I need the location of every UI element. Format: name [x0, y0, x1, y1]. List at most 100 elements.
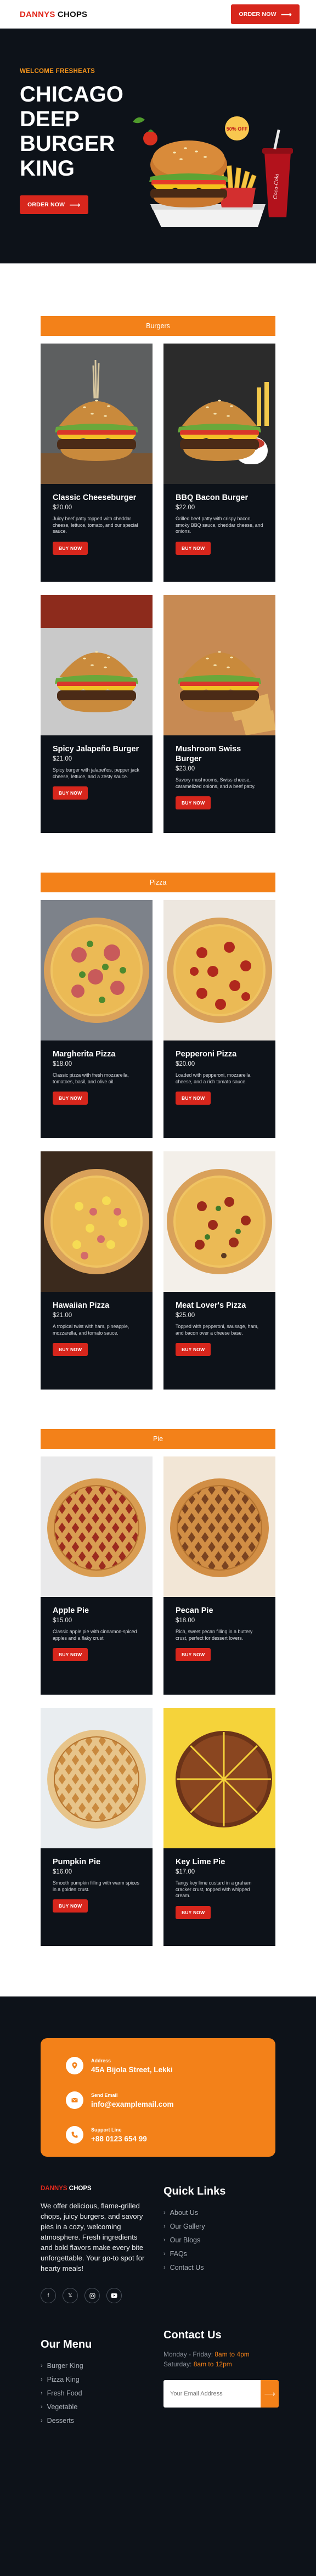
menu-card: Key Lime Pie $17.00 Tangy key lime custa…: [163, 1708, 275, 1946]
item-price: $18.00: [53, 1061, 72, 1067]
item-price: $15.00: [53, 1617, 72, 1624]
item-price: $25.00: [176, 1312, 195, 1319]
item-name: Hawaiian Pizza: [53, 1301, 110, 1310]
section-title: Burgers: [41, 316, 275, 336]
buy-now-button[interactable]: BUY NOW: [53, 1343, 88, 1356]
arrow-right-icon: ⟶: [280, 10, 292, 19]
item-name: Key Lime Pie: [176, 1858, 225, 1866]
contact-label: Address: [91, 2057, 111, 2063]
item-description: Rich, sweet pecan filling in a buttery c…: [176, 1629, 253, 1641]
footer-link-label: About Us: [170, 2208, 199, 2217]
footer-link[interactable]: › Pizza King: [41, 2372, 163, 2386]
buy-now-button[interactable]: BUY NOW: [176, 1905, 211, 1919]
buy-now-button[interactable]: BUY NOW: [53, 1092, 88, 1105]
menu-card: Pumpkin Pie $16.00 Smooth pumpkin fillin…: [41, 1708, 153, 1946]
buy-now-button[interactable]: BUY NOW: [176, 796, 211, 809]
footer-link[interactable]: › Our Gallery: [163, 2219, 279, 2233]
item-name: Meat Lover's Pizza: [176, 1301, 246, 1310]
item-price: $23.00: [176, 766, 195, 772]
footer-link[interactable]: › Burger King: [41, 2359, 163, 2372]
buy-now-button[interactable]: BUY NOW: [53, 786, 88, 800]
footer-link[interactable]: › Contact Us: [163, 2260, 279, 2274]
contact-address: Address 45A Bijola Street, Lekki: [66, 2054, 275, 2078]
card-body: BBQ Bacon Burger $22.00 Grilled beef pat…: [163, 484, 275, 555]
hours-day: Saturday:: [163, 2360, 192, 2368]
newsletter-email-input[interactable]: [163, 2380, 261, 2408]
card-body: Pepperoni Pizza $20.00 Loaded with peppe…: [163, 1040, 275, 1105]
buy-now-button[interactable]: BUY NOW: [176, 1343, 211, 1356]
youtube-icon[interactable]: [106, 2288, 122, 2303]
contact-value[interactable]: +88 0123 654 99: [91, 2135, 147, 2143]
contact-value: 45A Bijola Street, Lekki: [91, 2065, 173, 2074]
footer-link-label: Desserts: [47, 2416, 74, 2425]
footer-columns: DANNYS CHOPS We offer delicious, flame-g…: [0, 2157, 316, 2427]
chevron-right-icon: ›: [41, 2403, 43, 2410]
card-body: Classic Cheeseburger $20.00 Juicy beef p…: [41, 484, 153, 555]
menu-card: Mushroom Swiss Burger $23.00 Savory mush…: [163, 595, 275, 833]
footer-link[interactable]: › Our Blogs: [163, 2233, 279, 2247]
lattice-pumpkin-pie-image: [41, 1708, 153, 1848]
footer-link[interactable]: › Vegetable: [41, 2400, 163, 2414]
twitter-icon[interactable]: 𝕏: [63, 2288, 78, 2303]
contact-label: Send Email: [91, 2092, 118, 2098]
card-body: Meat Lover's Pizza $25.00 Topped with pe…: [163, 1292, 275, 1356]
item-price: $20.00: [53, 504, 72, 511]
footer-link[interactable]: › Desserts: [41, 2414, 163, 2427]
buy-now-button[interactable]: BUY NOW: [53, 1648, 88, 1661]
header-order-button[interactable]: ORDER NOW ⟶: [231, 4, 300, 24]
lattice-apple-pie-image: [41, 1456, 153, 1597]
menu-card: Apple Pie $15.00 Classic apple pie with …: [41, 1456, 153, 1695]
footer-col-left: DANNYS CHOPS We offer delicious, flame-g…: [41, 2185, 163, 2427]
item-name: BBQ Bacon Burger: [176, 493, 249, 502]
buy-now-button[interactable]: BUY NOW: [176, 541, 211, 555]
chevron-right-icon: ›: [41, 2417, 43, 2424]
footer-link[interactable]: › FAQs: [163, 2247, 279, 2260]
item-price: $21.00: [53, 1312, 72, 1319]
item-description: Tangy key lime custard in a graham crack…: [176, 1880, 252, 1898]
item-price: $22.00: [176, 504, 195, 511]
hero-order-button[interactable]: ORDER NOW ⟶: [20, 195, 88, 214]
our-menu-list: › Burger King › Pizza King › Fresh Food › Veget…: [41, 2359, 163, 2427]
chevron-right-icon: ›: [163, 2209, 166, 2216]
email-icon: [66, 2091, 83, 2109]
footer-link[interactable]: › About Us: [163, 2206, 279, 2219]
card-body: Pumpkin Pie $16.00 Smooth pumpkin fillin…: [41, 1848, 153, 1913]
site-logo[interactable]: DANNYS CHOPS: [20, 10, 87, 19]
item-name: Mushroom Swiss Burger: [176, 745, 241, 763]
item-name: Pepperoni Pizza: [176, 1050, 237, 1059]
header-order-label: ORDER NOW: [239, 11, 276, 18]
footer-link-label: Fresh Food: [47, 2389, 82, 2397]
item-description: Topped with pepperoni, sausage, ham, and…: [176, 1324, 259, 1336]
item-name: Pumpkin Pie: [53, 1858, 101, 1866]
contact-value[interactable]: info@examplemail.com: [91, 2100, 173, 2108]
footer-link[interactable]: › Fresh Food: [41, 2386, 163, 2400]
arrow-right-icon: ⟶: [69, 200, 81, 209]
footer-logo[interactable]: DANNYS CHOPS: [41, 2185, 163, 2192]
facebook-icon[interactable]: f: [41, 2288, 56, 2303]
newsletter-submit-button[interactable]: ⟶: [261, 2380, 279, 2408]
item-price: $21.00: [53, 756, 72, 762]
footer-about-text: We offer delicious, flame-grilled chops,…: [41, 2202, 145, 2273]
footer-link-label: Pizza King: [47, 2375, 80, 2383]
buy-now-button[interactable]: BUY NOW: [176, 1648, 211, 1661]
newsletter-form: ⟶: [163, 2380, 279, 2408]
item-description: Spicy burger with jalapeños, pepper jack…: [53, 767, 139, 779]
menu-card: Pepperoni Pizza $20.00 Loaded with peppe…: [163, 900, 275, 1138]
buy-now-button[interactable]: BUY NOW: [53, 1899, 88, 1913]
chevron-right-icon: ›: [41, 2389, 43, 2397]
item-description: Loaded with pepperoni, mozzarella cheese…: [176, 1072, 251, 1084]
hours-row: Saturday: 8am to 12pm: [163, 2359, 279, 2369]
card-body: Mushroom Swiss Burger $23.00 Savory mush…: [163, 735, 275, 809]
menu-grid: Classic Cheeseburger $20.00 Juicy beef p…: [41, 344, 275, 833]
buy-now-button[interactable]: BUY NOW: [53, 541, 88, 555]
section-title: Pie: [41, 1429, 275, 1449]
hours-row: Monday - Friday: 8am to 4pm: [163, 2349, 279, 2359]
item-name: Pecan Pie: [176, 1606, 213, 1615]
item-name: Spicy Jalapeño Burger: [53, 745, 139, 753]
item-description: A tropical twist with ham, pineapple, mo…: [53, 1324, 129, 1336]
ham-arugula-pizza-image: [41, 900, 153, 1040]
buy-now-button[interactable]: BUY NOW: [176, 1092, 211, 1105]
item-name: Margherita Pizza: [53, 1050, 116, 1059]
logo-part-1: DANNYS: [20, 9, 55, 19]
instagram-icon[interactable]: [84, 2288, 100, 2303]
